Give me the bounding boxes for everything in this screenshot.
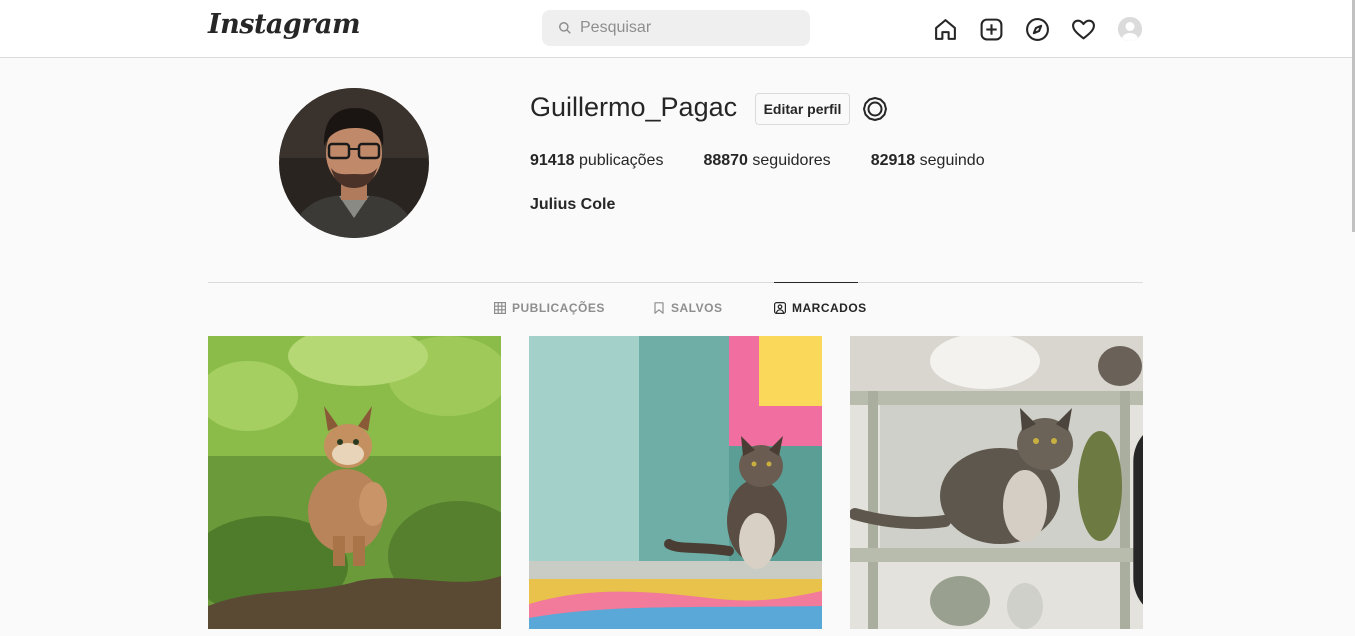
bookmark-icon	[654, 302, 664, 314]
search-input[interactable]	[580, 19, 800, 37]
nav-icon-group	[930, 14, 1142, 44]
profile-username: Guillermo_Pagac	[530, 92, 738, 122]
tab-salvos[interactable]: SALVOS	[653, 301, 722, 315]
search-box[interactable]	[542, 10, 810, 46]
tab-publicacoes[interactable]: PUBLICAÇÕES	[494, 301, 605, 315]
post-thumbnail[interactable]	[850, 336, 1143, 629]
followers-count: 88870	[703, 152, 748, 169]
post-thumbnail[interactable]	[208, 336, 501, 629]
profile-full-name: Julius Cole	[530, 196, 616, 213]
top-navigation-bar: Instagram	[0, 0, 1355, 58]
grid-icon	[494, 302, 506, 314]
posts-stat[interactable]: 91418 publicações	[530, 152, 663, 170]
home-icon[interactable]	[930, 14, 960, 44]
tagged-icon	[774, 302, 786, 314]
followers-stat[interactable]: 88870 seguidores	[703, 152, 830, 170]
following-stat[interactable]: 82918 seguindo	[871, 152, 985, 170]
posts-count: 91418	[530, 152, 575, 169]
new-post-icon[interactable]	[976, 14, 1006, 44]
tab-marcados-label: MARCADOS	[792, 301, 867, 315]
tabs-divider	[208, 282, 1143, 283]
settings-icon[interactable]	[862, 96, 888, 122]
instagram-logo[interactable]: Instagram	[208, 9, 361, 40]
profile-picture[interactable]	[279, 88, 429, 238]
active-tab-indicator	[774, 282, 858, 283]
multiple-photos-icon	[1115, 344, 1143, 605]
tab-marcados[interactable]: MARCADOS	[774, 301, 867, 315]
following-stat-label: seguindo	[919, 152, 985, 169]
tab-publicacoes-label: PUBLICAÇÕES	[512, 301, 605, 315]
explore-icon[interactable]	[1022, 14, 1052, 44]
search-icon	[559, 22, 571, 34]
followers-stat-label: seguidores	[752, 152, 831, 169]
post-thumbnail[interactable]	[529, 336, 822, 629]
activity-heart-icon[interactable]	[1068, 14, 1098, 44]
profile-avatar[interactable]	[1118, 17, 1142, 41]
tab-salvos-label: SALVOS	[671, 301, 723, 315]
posts-stat-label: publicações	[578, 152, 664, 169]
following-count: 82918	[870, 152, 916, 169]
profile-stats: 91418 publicações 88870 seguidores 82918…	[530, 152, 1025, 170]
edit-profile-button[interactable]: Editar perfil	[755, 93, 850, 125]
